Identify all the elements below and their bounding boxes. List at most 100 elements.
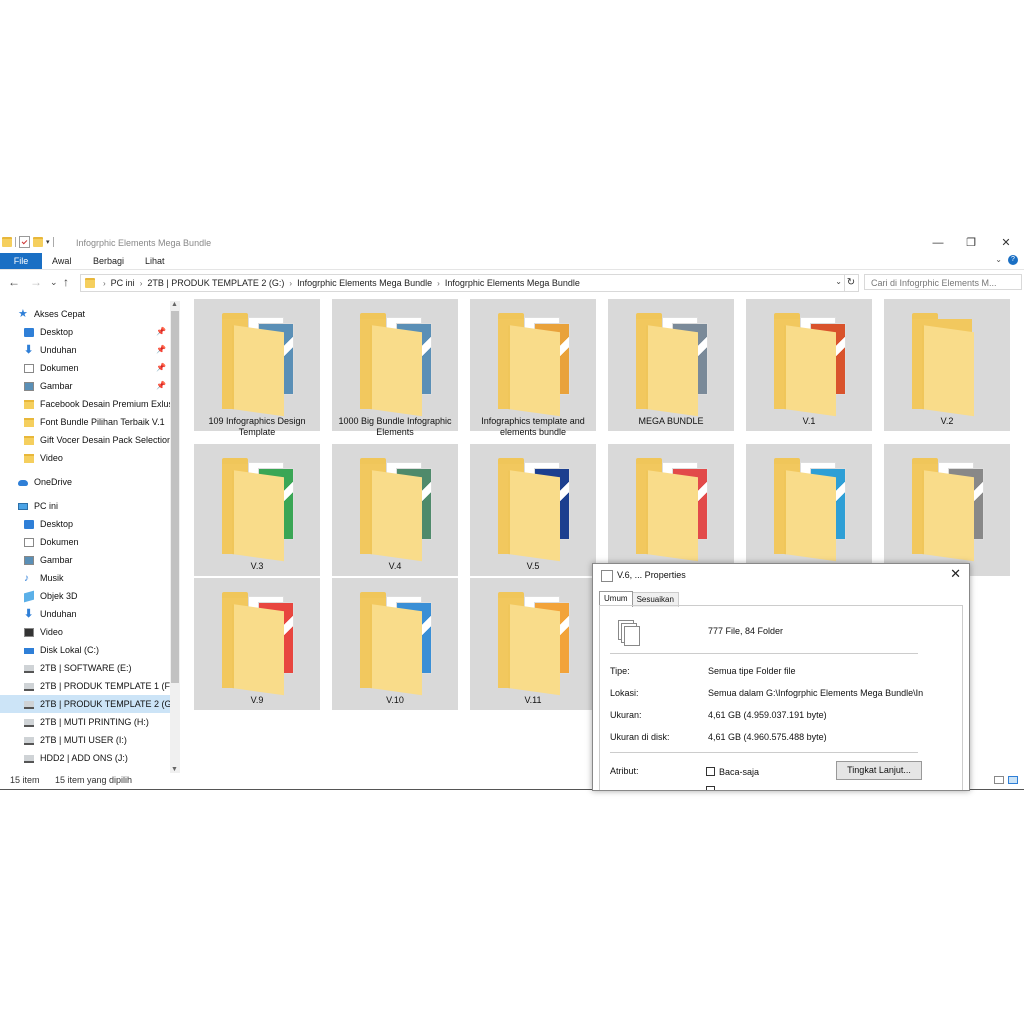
- selected-count: 15 item yang dipilih: [55, 775, 133, 785]
- folder-tile[interactable]: V.1: [746, 299, 872, 431]
- search-input[interactable]: Cari di Infogrphic Elements M...: [864, 274, 1022, 290]
- sidebar-item[interactable]: Dokumen: [0, 533, 170, 551]
- minimize-button[interactable]: —: [928, 235, 948, 251]
- folder-tile[interactable]: V.5: [470, 444, 596, 576]
- folder-name: 1000 Big Bundle Infographic Elements: [338, 416, 452, 437]
- folder-tile[interactable]: MEGA BUNDLE: [608, 299, 734, 431]
- readonly-checkbox[interactable]: [706, 767, 715, 776]
- folder-tile[interactable]: V.2: [884, 299, 1010, 431]
- sidebar-item[interactable]: ⬇ Unduhan: [0, 605, 170, 623]
- refresh-button[interactable]: ↻: [844, 274, 859, 292]
- separator: [52, 237, 54, 247]
- maximize-button[interactable]: ❐: [961, 235, 981, 251]
- windows-drive-icon: [24, 648, 34, 654]
- folder-tile[interactable]: V.11: [470, 578, 596, 710]
- pin-icon[interactable]: 📌: [156, 345, 166, 354]
- location-value: Semua dalam G:\Infogrphic Elements Mega …: [708, 688, 924, 698]
- help-icon[interactable]: ?: [1008, 255, 1018, 265]
- folder-icon: [24, 435, 34, 445]
- sidebar-item[interactable]: Gambar 📌: [0, 377, 170, 395]
- folder-tile[interactable]: [884, 444, 1010, 576]
- tab-file[interactable]: File: [0, 253, 42, 269]
- folder-tile[interactable]: [746, 444, 872, 576]
- sidebar-item[interactable]: Disk Lokal (C:): [0, 641, 170, 659]
- advanced-button[interactable]: Tingkat Lanjut...: [836, 761, 922, 780]
- breadcrumb-separator[interactable]: ›: [435, 279, 442, 288]
- sidebar-item-label: Gambar: [40, 555, 73, 565]
- new-folder-icon[interactable]: [33, 237, 43, 247]
- close-button[interactable]: ✕: [996, 235, 1016, 251]
- breadcrumb-drive[interactable]: 2TB | PRODUK TEMPLATE 2 (G:): [144, 278, 287, 288]
- address-bar[interactable]: › PC ini › 2TB | PRODUK TEMPLATE 2 (G:) …: [80, 274, 845, 292]
- divider: [610, 653, 918, 654]
- folder-icon: [494, 592, 574, 696]
- breadcrumb-folder[interactable]: Infogrphic Elements Mega Bundle: [294, 278, 435, 288]
- sidebar-item[interactable]: Gambar: [0, 551, 170, 569]
- recent-locations-button[interactable]: ⌄: [50, 275, 58, 289]
- sidebar-item[interactable]: ★ Akses Cepat: [0, 305, 170, 323]
- desktop-icon: [24, 519, 34, 529]
- dialog-close-button[interactable]: ✕: [950, 566, 961, 582]
- tab-awal[interactable]: Awal: [52, 253, 71, 269]
- sidebar-item[interactable]: 2TB | PRODUK TEMPLATE 2 (G:): [0, 695, 170, 713]
- folder-tile[interactable]: V.9: [194, 578, 320, 710]
- folder-tile[interactable]: V.10: [332, 578, 458, 710]
- breadcrumb-pc[interactable]: PC ini: [108, 278, 138, 288]
- sidebar-item-label: Dokumen: [40, 363, 79, 373]
- sidebar-item[interactable]: PC ini: [0, 497, 170, 515]
- scroll-up-icon[interactable]: ▲: [171, 301, 178, 308]
- folder-tile[interactable]: 109 Infographics Design Template: [194, 299, 320, 437]
- folder-name: V.5: [526, 561, 540, 571]
- sidebar-item[interactable]: Video: [0, 449, 170, 467]
- sidebar-item-label: Dokumen: [40, 537, 79, 547]
- forward-button[interactable]: →: [30, 275, 42, 289]
- sidebar-item[interactable]: Facebook Desain Premium Exlusive: [0, 395, 170, 413]
- sidebar-item[interactable]: ♪ Musik: [0, 569, 170, 587]
- properties-dialog: V.6, ... Properties ✕ Umum Sesuaikan 777…: [592, 563, 970, 791]
- back-button[interactable]: ←: [8, 275, 20, 289]
- pin-icon[interactable]: 📌: [156, 363, 166, 372]
- sidebar-item[interactable]: Gift Vocer Desain Pack Selection: [0, 431, 170, 449]
- up-button[interactable]: ↑: [63, 275, 69, 289]
- scroll-thumb[interactable]: [171, 311, 179, 683]
- sidebar-scrollbar[interactable]: ▲ ▼: [170, 301, 180, 773]
- folder-tile[interactable]: V.3: [194, 444, 320, 576]
- customize-toolbar-icon[interactable]: ▾: [46, 238, 50, 246]
- breadcrumb-separator[interactable]: ›: [138, 279, 145, 288]
- sidebar-item[interactable]: Dokumen 📌: [0, 359, 170, 377]
- breadcrumb-separator[interactable]: ›: [287, 279, 294, 288]
- folder-tile[interactable]: 1000 Big Bundle Infographic Elements: [332, 299, 458, 437]
- sidebar-item-label: Gambar: [40, 381, 73, 391]
- breadcrumb-current[interactable]: Infogrphic Elements Mega Bundle: [442, 278, 583, 288]
- folder-tile[interactable]: Infographics template and elements bundl…: [470, 299, 596, 437]
- pin-icon[interactable]: 📌: [156, 327, 166, 336]
- sidebar-item[interactable]: OneDrive: [0, 473, 170, 491]
- address-dropdown-icon[interactable]: ⌄: [835, 277, 842, 286]
- sidebar-item[interactable]: Desktop 📌: [0, 323, 170, 341]
- sidebar-item[interactable]: Video: [0, 623, 170, 641]
- sidebar-item[interactable]: 2TB | SOFTWARE (E:): [0, 659, 170, 677]
- desktop-icon: [24, 327, 34, 337]
- sidebar-item[interactable]: HDD2 | ADD ONS (J:): [0, 749, 170, 767]
- sidebar-item[interactable]: Objek 3D: [0, 587, 170, 605]
- sidebar-item-label: Unduhan: [40, 609, 77, 619]
- details-view-icon[interactable]: [994, 776, 1004, 784]
- folder-tile[interactable]: V.4: [332, 444, 458, 576]
- scroll-down-icon[interactable]: ▼: [171, 766, 178, 773]
- drive-icon: [24, 701, 34, 709]
- sidebar-item[interactable]: Font Bundle Pilihan Terbaik V.1: [0, 413, 170, 431]
- sidebar-item[interactable]: Desktop: [0, 515, 170, 533]
- tab-berbagi[interactable]: Berbagi: [93, 253, 124, 269]
- sidebar-item[interactable]: 2TB | PRODUK TEMPLATE 1 (F:): [0, 677, 170, 695]
- sidebar-item[interactable]: 2TB | MUTI PRINTING (H:): [0, 713, 170, 731]
- sidebar-item[interactable]: 2TB | MUTI USER (I:): [0, 731, 170, 749]
- sidebar-item[interactable]: ⬇ Unduhan 📌: [0, 341, 170, 359]
- expand-ribbon-icon[interactable]: ⌄: [995, 255, 1002, 264]
- tab-lihat[interactable]: Lihat: [145, 253, 165, 269]
- hidden-checkbox[interactable]: [706, 786, 715, 790]
- pin-icon[interactable]: 📌: [156, 381, 166, 390]
- large-icons-view-icon[interactable]: [1008, 776, 1018, 784]
- star-icon: ★: [18, 307, 28, 320]
- properties-icon[interactable]: [19, 236, 30, 248]
- folder-tile[interactable]: [608, 444, 734, 576]
